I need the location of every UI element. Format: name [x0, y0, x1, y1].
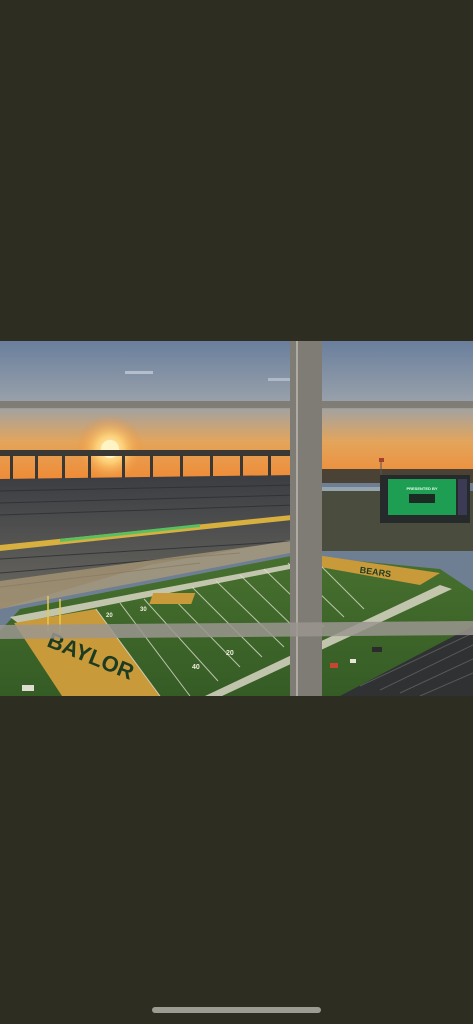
scoreboard-logo [409, 494, 435, 503]
window-frame-top [0, 401, 473, 408]
home-indicator[interactable] [152, 1007, 321, 1013]
sideline-equipment [372, 647, 382, 652]
scoreboard-side-panel [458, 479, 467, 515]
stadium-photo[interactable]: PRESENTED BY BEARS BAYLOR 20 30 40 20 [0, 341, 473, 696]
field-number: 20 [226, 650, 234, 657]
midfield-logo [149, 593, 196, 604]
flag [379, 458, 384, 462]
sideline-equipment [350, 659, 356, 663]
cloud [125, 371, 153, 374]
sideline-equipment [22, 685, 34, 691]
window-frame-top-highlight [0, 408, 473, 409]
stadium-canopy [0, 450, 296, 456]
field-number: 30 [140, 607, 147, 613]
window-mullion [290, 341, 322, 696]
cloud [268, 378, 292, 381]
photo-viewer-screen: PRESENTED BY BEARS BAYLOR 20 30 40 20 [0, 0, 473, 1024]
stadium-photo-image: PRESENTED BY BEARS BAYLOR 20 30 40 20 [0, 341, 473, 696]
sky [0, 341, 473, 481]
window-mullion-highlight [296, 341, 298, 696]
scoreboard-text: PRESENTED BY [406, 486, 437, 491]
field-number: 40 [192, 664, 200, 671]
field-number: 20 [106, 613, 113, 619]
sideline-equipment [330, 663, 338, 668]
